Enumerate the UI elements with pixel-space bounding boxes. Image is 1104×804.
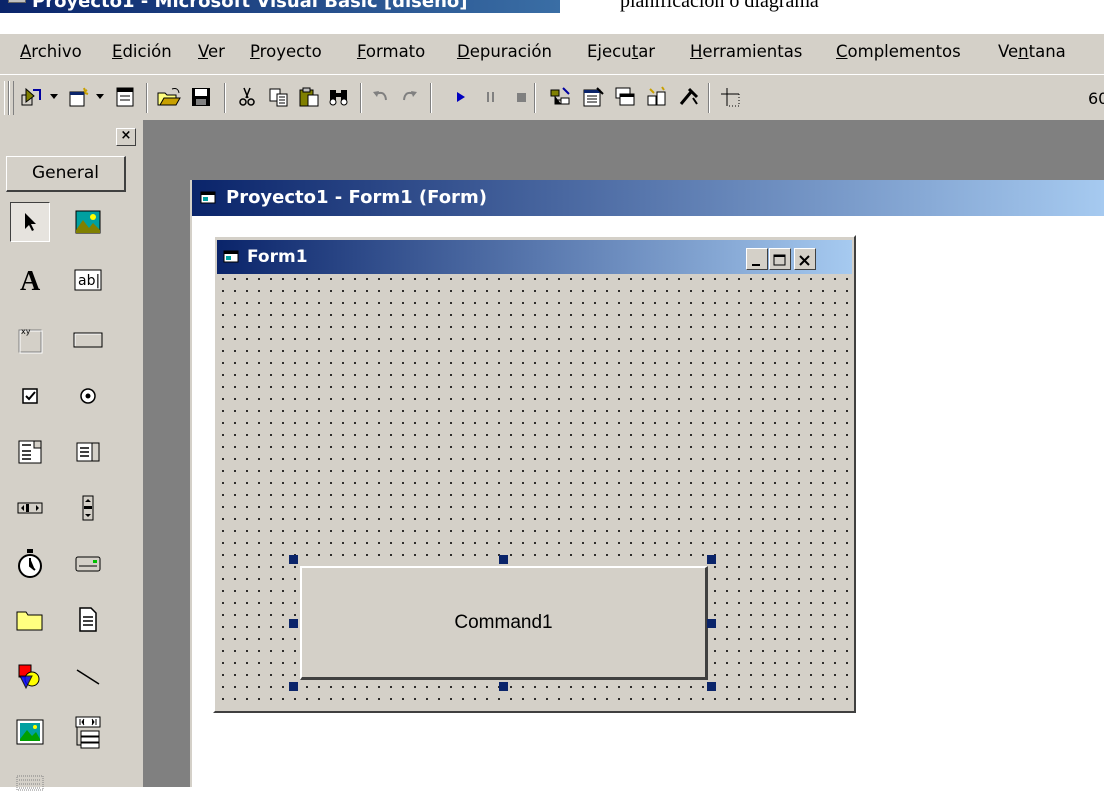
toolbar-separator: [534, 83, 536, 113]
filelistbox-tool-icon[interactable]: [68, 600, 108, 640]
menu-archivo[interactable]: Archivo: [20, 40, 82, 64]
form-designer-title: Proyecto1 - Form1 (Form): [226, 187, 487, 208]
svg-text:ab|: ab|: [78, 273, 100, 289]
menu-bar: Archivo Edición Ver Proyecto Formato Depuraci…: [0, 34, 1104, 74]
frame-tool-icon[interactable]: xy: [10, 320, 50, 360]
add-project-dropdown-icon[interactable]: [46, 83, 62, 111]
toolbox-general-tab[interactable]: General: [6, 156, 126, 192]
resize-handle-top-left[interactable]: [289, 555, 298, 564]
resize-handle-left[interactable]: [289, 619, 298, 628]
timer-tool-icon[interactable]: [10, 544, 50, 584]
find-button[interactable]: [324, 83, 354, 111]
minimize-icon: [752, 264, 760, 266]
menu-edicion[interactable]: Edición: [112, 40, 172, 64]
textbox-tool-icon[interactable]: ab|: [68, 260, 108, 300]
close-button[interactable]: [794, 248, 816, 270]
document-text-behind: planificación o diagrama: [620, 0, 819, 12]
redo-button[interactable]: [394, 83, 424, 111]
pointer-tool-icon[interactable]: [10, 202, 50, 242]
properties-window-button[interactable]: [578, 83, 608, 111]
resize-handle-bottom-right[interactable]: [707, 682, 716, 691]
toolbar-separator: [224, 83, 226, 113]
hscrollbar-tool-icon[interactable]: [10, 488, 50, 528]
project-explorer-button[interactable]: [546, 83, 576, 111]
form1-title: Form1: [247, 247, 308, 267]
position-readout: 60: [1088, 89, 1104, 108]
toolbox-panel: × General A ab| xy: [0, 120, 145, 791]
menu-ventana[interactable]: Ventana: [998, 40, 1066, 64]
ole-tool-icon[interactable]: [10, 764, 50, 804]
toolbar-separator: [430, 83, 432, 113]
vscrollbar-tool-icon[interactable]: [68, 488, 108, 528]
resize-handle-bottom-left[interactable]: [289, 682, 298, 691]
resize-handle-right[interactable]: [707, 619, 716, 628]
app-title-bar: Proyecto1 - Microsoft Visual Basic [dise…: [0, 0, 1104, 22]
app-title: Proyecto1 - Microsoft Visual Basic [dise…: [0, 0, 560, 13]
end-button[interactable]: [506, 83, 536, 111]
menu-ver[interactable]: Ver: [198, 40, 225, 64]
svg-text:xy: xy: [21, 327, 31, 336]
picturebox-tool-icon[interactable]: [68, 202, 108, 242]
command1-button[interactable]: Command1: [300, 566, 708, 680]
combobox-tool-icon[interactable]: [10, 432, 50, 472]
drivelistbox-tool-icon[interactable]: [68, 544, 108, 584]
position-indicator-icon: [716, 83, 746, 111]
add-form-dropdown-icon[interactable]: [92, 83, 108, 111]
menu-depuracion[interactable]: Depuración: [457, 40, 552, 64]
toolbar-separator: [708, 83, 710, 113]
close-icon: [799, 255, 810, 266]
dirlistbox-tool-icon[interactable]: [10, 600, 50, 640]
menu-herramientas[interactable]: Herramientas: [690, 40, 802, 64]
image-tool-icon[interactable]: [10, 712, 50, 752]
start-button[interactable]: [446, 83, 476, 111]
checkbox-tool-icon[interactable]: [10, 376, 50, 416]
form-layout-button[interactable]: [610, 83, 640, 111]
save-project-button[interactable]: [186, 83, 216, 111]
menu-complementos[interactable]: Complementos: [836, 40, 961, 64]
optionbutton-tool-icon[interactable]: [68, 376, 108, 416]
add-project-button[interactable]: [18, 83, 48, 111]
shape-tool-icon[interactable]: [10, 656, 50, 696]
toolbox-close-button[interactable]: ×: [116, 128, 136, 146]
cut-button[interactable]: [232, 83, 262, 111]
menu-proyecto[interactable]: Proyecto: [250, 40, 322, 64]
resize-handle-top-right[interactable]: [707, 555, 716, 564]
form1-icon: [223, 250, 239, 263]
maximize-icon: [773, 254, 786, 266]
listbox-tool-icon[interactable]: [68, 432, 108, 472]
menu-ejecutar[interactable]: Ejecutar: [587, 40, 655, 64]
toolbar-separator: [360, 83, 362, 113]
form1-title-bar[interactable]: Form1: [217, 240, 852, 274]
menu-formato[interactable]: Formato: [357, 40, 425, 64]
vb-app-icon: [8, 0, 26, 3]
undo-button[interactable]: [366, 83, 396, 111]
resize-handle-bottom[interactable]: [499, 682, 508, 691]
minimize-button[interactable]: [746, 248, 768, 270]
toolbar-separator: [146, 83, 148, 113]
form-designer-title-bar[interactable]: Proyecto1 - Form1 (Form): [192, 180, 1104, 216]
maximize-button[interactable]: [769, 248, 791, 270]
line-tool-icon[interactable]: [68, 656, 108, 696]
open-project-button[interactable]: [154, 83, 184, 111]
data-tool-icon[interactable]: [68, 712, 108, 752]
commandbutton-tool-icon[interactable]: [68, 320, 108, 360]
break-button[interactable]: [476, 83, 506, 111]
command1-caption: Command1: [454, 611, 553, 633]
menu-editor-button[interactable]: [110, 83, 140, 111]
label-tool-icon[interactable]: A: [10, 260, 50, 300]
app-title-text: Proyecto1 - Microsoft Visual Basic [dise…: [32, 0, 468, 12]
object-browser-button[interactable]: [642, 83, 672, 111]
copy-button[interactable]: [264, 83, 294, 111]
add-form-button[interactable]: [64, 83, 94, 111]
toolbar-grip-2: [9, 81, 14, 115]
toolbox-button[interactable]: [674, 83, 704, 111]
svg-text:A: A: [20, 266, 41, 294]
paste-button[interactable]: [294, 83, 324, 111]
form-window-icon: [200, 191, 216, 204]
standard-toolbar: 60: [0, 74, 1104, 120]
resize-handle-top[interactable]: [499, 555, 508, 564]
